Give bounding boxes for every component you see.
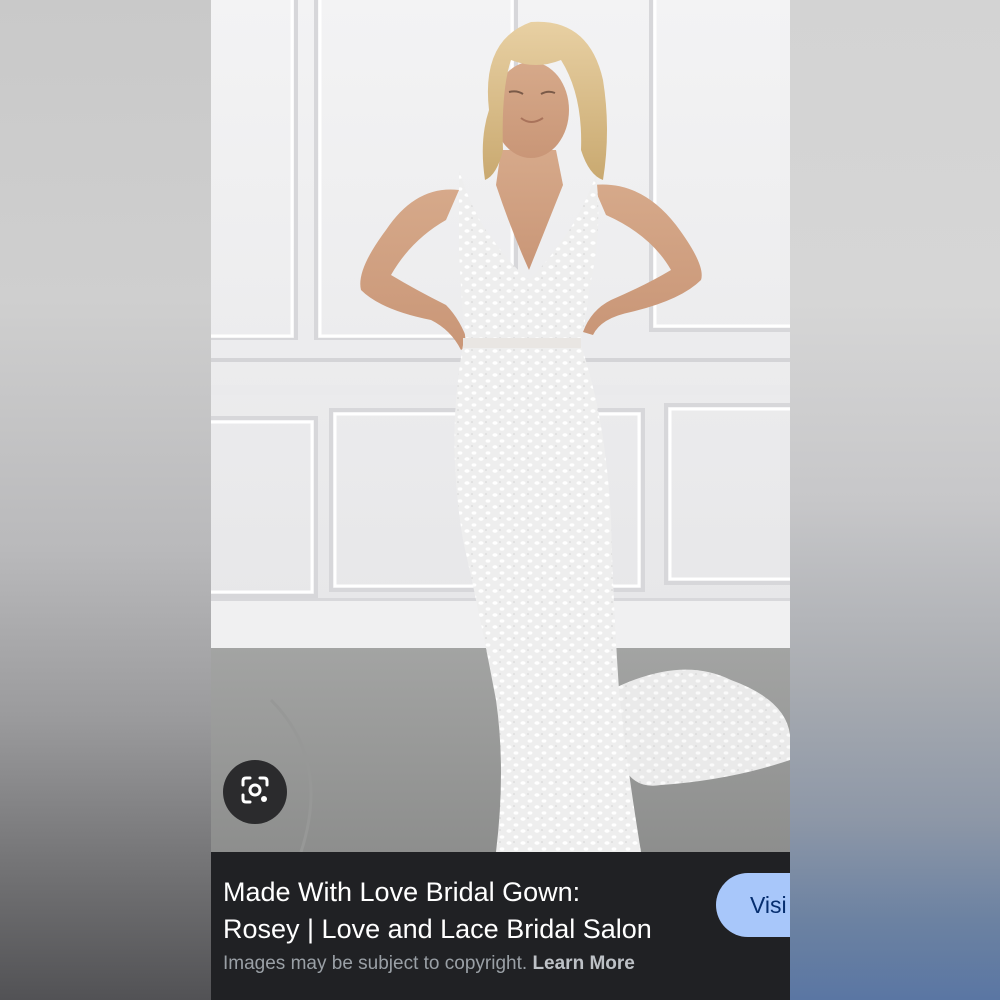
blurred-backdrop-right [790,0,1000,1000]
google-lens-button[interactable] [223,760,287,824]
learn-more-link[interactable]: Learn More [532,953,634,974]
copyright-text: Images may be subject to copyright. [223,953,528,974]
google-lens-icon [237,772,273,813]
bridal-gown-photo [211,0,790,852]
result-image[interactable] [211,0,790,852]
result-title-line-2: Rosey | Love and Lace Bridal Salon [223,914,652,944]
image-viewer: Made With Love Bridal Gown: Rosey | Love… [0,0,1000,1000]
result-title-line-1: Made With Love Bridal Gown: [223,877,581,907]
visit-button[interactable]: Visi [716,873,790,937]
result-title[interactable]: Made With Love Bridal Gown: Rosey | Love… [223,874,703,948]
copyright-notice: Images may be subject to copyright. Lear… [223,953,635,975]
result-caption-card: Made With Love Bridal Gown: Rosey | Love… [211,852,790,1000]
blurred-backdrop-left [0,0,211,1000]
